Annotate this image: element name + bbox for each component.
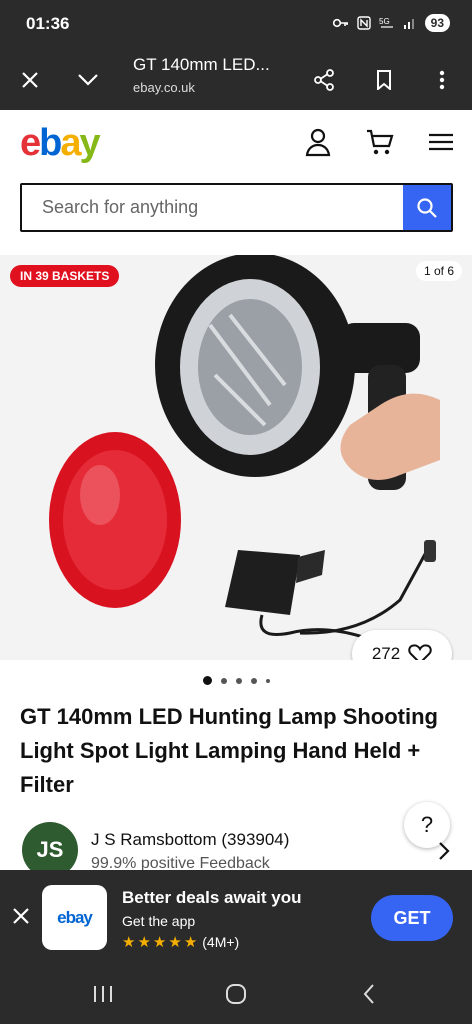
star-icon: ★: [168, 934, 182, 951]
carousel-indicator[interactable]: [0, 676, 472, 685]
banner-title: Better deals await you: [122, 888, 302, 907]
close-tab-icon[interactable]: [12, 62, 48, 98]
close-icon[interactable]: [8, 903, 34, 929]
star-icon: ★: [137, 934, 151, 951]
banner-subtitle: Get the app: [122, 913, 196, 929]
star-icon: ★: [183, 934, 198, 951]
product-image: [49, 255, 440, 645]
status-time: 01:36: [26, 14, 70, 33]
star-icon: ★: [152, 934, 167, 951]
back-icon[interactable]: [354, 981, 384, 1007]
rating-count: (4M+): [202, 934, 240, 950]
chevron-right-icon[interactable]: [437, 840, 451, 862]
system-icons: 5G 93: [332, 14, 450, 32]
carousel-dot[interactable]: [235, 677, 242, 684]
bookmark-icon[interactable]: [366, 62, 402, 98]
baskets-badge: IN 39 BASKETS: [10, 265, 120, 287]
carousel-dot[interactable]: [250, 677, 257, 684]
app-logo: ebay: [42, 885, 107, 950]
star-icon: ★: [122, 934, 136, 951]
heart-icon: [408, 644, 432, 660]
account-icon[interactable]: [302, 126, 334, 158]
search-button[interactable]: [403, 185, 451, 230]
key-icon: [332, 18, 348, 28]
5g-icon: 5G: [379, 17, 393, 28]
carousel-dot[interactable]: [220, 677, 227, 684]
watch-button[interactable]: 272: [352, 630, 452, 660]
search-icon: [417, 197, 437, 218]
carousel-dot[interactable]: [202, 676, 212, 685]
home-icon[interactable]: [221, 981, 251, 1007]
ebay-logo[interactable]: ebay: [20, 122, 101, 165]
cart-icon[interactable]: [364, 126, 396, 158]
page-title[interactable]: GT 140mm LED...: [133, 55, 270, 75]
search-bar: [20, 183, 453, 232]
menu-icon[interactable]: [425, 126, 457, 158]
svg-text:5G: 5G: [379, 17, 390, 26]
page-url[interactable]: ebay.co.uk: [133, 80, 195, 95]
more-vert-icon[interactable]: [424, 62, 460, 98]
system-nav-bar: [0, 963, 472, 1024]
status-bar: 01:36 5G 93: [0, 0, 472, 50]
nfc-icon: [356, 16, 371, 30]
app-promo-banner: ebay Better deals await you Get the app …: [0, 870, 472, 963]
chevron-down-icon[interactable]: [70, 62, 106, 98]
recent-apps-icon[interactable]: [88, 981, 118, 1007]
app-rating: ★ ★ ★ ★ ★ (4M+): [122, 933, 239, 951]
watch-count: 272: [371, 644, 401, 660]
image-counter: 1 of 6: [415, 261, 462, 281]
signal-icon: [403, 19, 414, 29]
product-image-gallery[interactable]: IN 39 BASKETS 1 of 6 272: [0, 255, 472, 660]
get-app-button[interactable]: GET: [371, 895, 453, 941]
site-header: ebay: [0, 110, 472, 255]
carousel-dot[interactable]: [265, 678, 270, 683]
product-title: GT 140mm LED Hunting Lamp Shooting Light…: [20, 704, 438, 797]
share-icon[interactable]: [306, 62, 342, 98]
seller-name[interactable]: J S Ramsbottom (393904): [91, 830, 289, 850]
search-input[interactable]: [22, 185, 403, 230]
battery-level: 93: [424, 14, 450, 32]
